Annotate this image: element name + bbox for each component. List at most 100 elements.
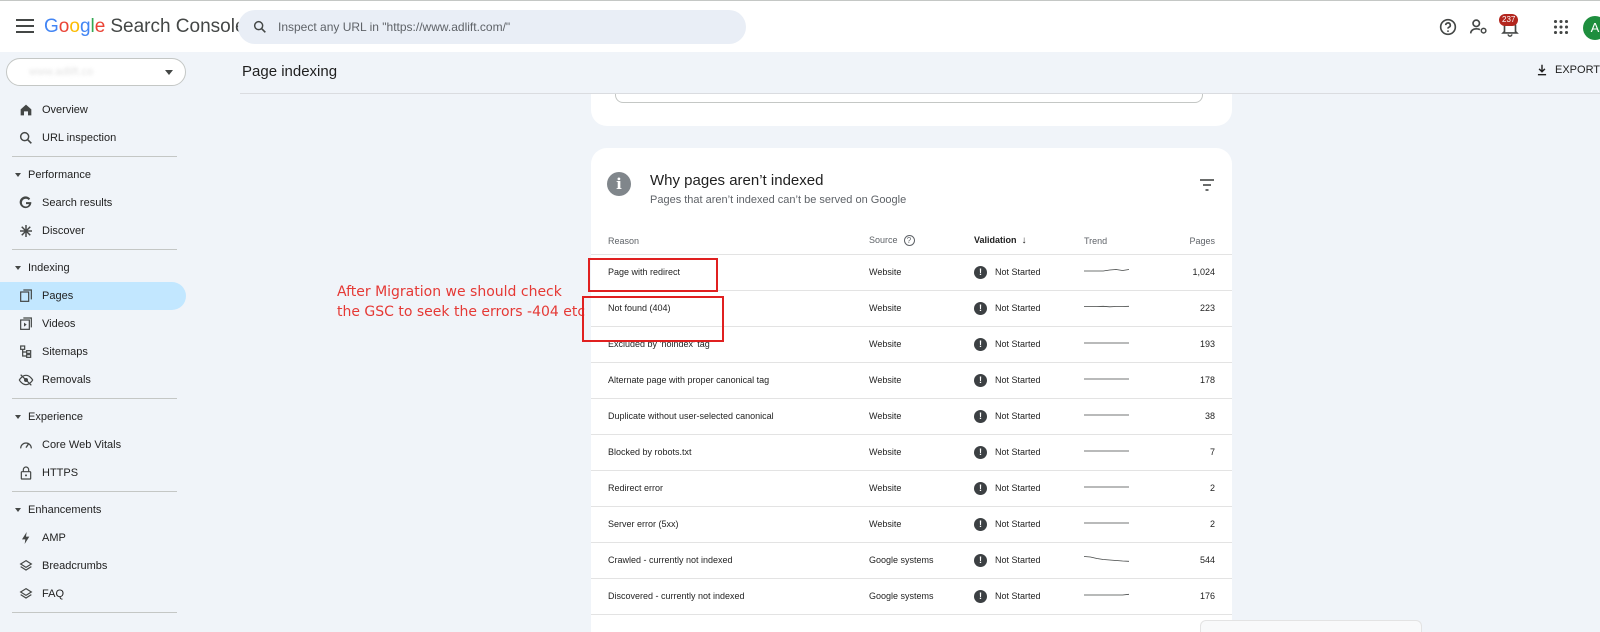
collapse-icon [15,508,21,512]
section-label: Indexing [28,262,70,274]
user-settings-icon[interactable] [1468,16,1490,38]
logo-letter: g [79,16,91,37]
collapse-icon [15,415,21,419]
logo[interactable]: Google Search Console [44,16,246,38]
sidebar-item-discover[interactable]: Discover [0,217,186,245]
trend-cell [1084,506,1174,543]
avatar[interactable]: A [1583,16,1600,40]
validation-cell: ! Not Started [974,326,1084,363]
validation-status: ! Not Started [974,589,1084,603]
sidebar-item-removals[interactable]: Removals [0,366,186,394]
logo-letter: o [69,16,80,37]
trend-cell [1084,326,1174,363]
layers-icon [19,587,33,599]
property-selector[interactable]: www.adlift.co [6,58,186,86]
help-icon[interactable]: ? [903,235,915,247]
pages-cell: 38 [1174,398,1232,435]
highlight-box [582,296,724,342]
apps-grid-icon[interactable] [1550,16,1572,38]
trend-sparkline [1084,486,1129,488]
column-header-reason[interactable]: Reason [591,228,869,255]
pages-cell: 7 [1174,434,1232,471]
validation-status: ! Not Started [974,553,1084,567]
arrow-down-icon: ↓ [1021,235,1027,247]
validation-status: ! Not Started [974,373,1084,387]
warning-icon: ! [974,481,987,495]
collapse-icon [15,266,21,270]
sidebar-item-breadcrumbs[interactable]: Breadcrumbs [0,552,186,580]
trend-cell [1084,434,1174,471]
url-inspect-search[interactable] [238,10,746,44]
validation-label: Not Started [995,411,1041,421]
section-indexing[interactable]: Indexing [0,254,186,282]
warning-icon: ! [974,589,987,603]
validation-cell: ! Not Started [974,290,1084,327]
table-row[interactable]: Server error (5xx) Website! Not Started 2 [591,506,1232,543]
sidebar-item-overview[interactable]: Overview [0,96,186,124]
table-row[interactable]: Alternate page with proper canonical tag… [591,362,1232,399]
table-row[interactable]: Duplicate without user-selected canonica… [591,398,1232,435]
sidebar-item-https[interactable]: HTTPS [0,459,186,487]
validation-status: ! Not Started [974,445,1084,459]
table-row[interactable]: Blocked by robots.txt Website! Not Started… [591,434,1232,471]
column-header-pages[interactable]: Pages [1174,228,1232,255]
download-icon [1537,64,1547,76]
reason-cell: Server error (5xx) [591,506,869,543]
reason-cell: Crawled - currently not indexed [591,542,869,579]
bottom-tab [1200,620,1422,632]
warning-icon: ! [974,337,987,351]
filter-icon[interactable] [1199,178,1215,192]
column-header-validation[interactable]: Validation ↓ [974,228,1084,255]
search-input[interactable] [278,10,728,44]
sidebar-item-pages[interactable]: Pages [0,282,186,310]
pages-cell: 176 [1174,578,1232,615]
validation-label: Not Started [995,555,1041,565]
pages-icon [20,289,32,302]
pages-cell: 2 [1174,470,1232,507]
trend-cell [1084,578,1174,615]
export-button[interactable]: EXPORT [1535,63,1600,77]
video-icon [20,317,32,330]
sidebar-item-sitemaps[interactable]: Sitemaps [0,338,186,366]
table-row[interactable]: Discovered - currently not indexed Google… [591,578,1232,615]
section-experience[interactable]: Experience [0,403,186,431]
collapse-icon [15,173,21,177]
menu-icon[interactable] [14,15,36,37]
top-bar: GoogleSearch Console 237 A [0,0,1600,52]
trend-cell [1084,398,1174,435]
sidebar-item-label: Overview [42,104,88,116]
source-cell: Website [869,470,974,507]
card-title: Why pages aren’t indexed [650,172,824,189]
help-icon[interactable] [1437,16,1459,38]
card-subtitle: Pages that aren’t indexed can’t be serve… [650,194,907,206]
column-header-source[interactable]: Source? [869,228,974,255]
sidebar-item-faq[interactable]: FAQ [0,580,186,608]
sidebar-item-url-inspection[interactable]: URL inspection [0,124,186,152]
sidebar-item-label: Pages [42,290,74,302]
section-label: Performance [28,169,91,181]
google-g-icon [19,196,32,209]
validation-label: Not Started [995,339,1041,349]
lock-icon [20,466,32,480]
sidebar-item-label: Videos [42,318,76,330]
column-header-trend: Trend [1084,228,1174,255]
table-row[interactable]: Crawled - currently not indexed Google sy… [591,542,1232,579]
validation-status: ! Not Started [974,517,1084,531]
table-row[interactable]: Redirect error Website! Not Started 2 [591,470,1232,507]
sidebar-item-search-results[interactable]: Search results [0,189,186,217]
column-label: Source [869,235,898,246]
column-label: Pages [1189,235,1215,246]
sidebar-item-videos[interactable]: Videos [0,310,186,338]
sidebar-item-label: Discover [42,225,85,237]
trend-sparkline [1084,593,1130,596]
section-enhancements[interactable]: Enhancements [0,496,186,524]
sidebar-item-core-web-vitals[interactable]: Core Web Vitals [0,431,186,459]
search-icon [253,20,266,33]
sidebar-item-amp[interactable]: AMP [0,524,186,552]
property-name: www.adlift.co [29,66,94,78]
source-cell: Website [869,362,974,399]
trend-sparkline [1084,342,1129,344]
section-performance[interactable]: Performance [0,161,186,189]
pages-cell: 2 [1174,506,1232,543]
source-cell: Website [869,326,974,363]
